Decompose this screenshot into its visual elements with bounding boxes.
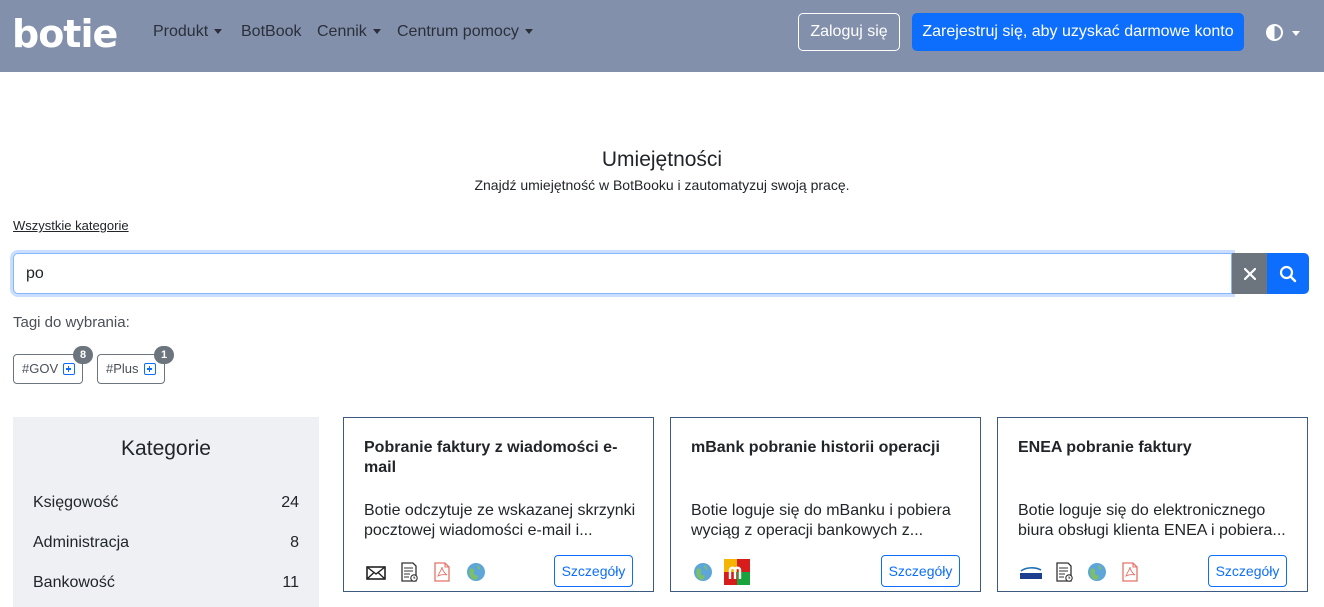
category-item[interactable]: Administracja 8 (33, 534, 299, 554)
search-icon (1279, 265, 1297, 282)
document-icon (1056, 562, 1073, 582)
card-title[interactable]: mBank pobranie historii operacji (691, 438, 961, 458)
category-item[interactable]: Księgowość 24 (33, 494, 299, 514)
nav-cennik[interactable]: Cennik (317, 22, 381, 42)
plus-square-icon (63, 363, 75, 375)
search-button[interactable] (1267, 253, 1309, 294)
skill-card: mBank pobranie historii operacji Botie l… (670, 417, 981, 592)
navbar: botie Produkt BotBook Cennik Centrum pom… (0, 0, 1324, 72)
categories-sidebar: Kategorie Księgowość 24 Administracja 8 … (13, 417, 319, 607)
nav-produkt[interactable]: Produkt (153, 22, 223, 42)
mbank-logo-icon (724, 559, 750, 585)
contrast-icon (1266, 24, 1283, 41)
skill-card: Pobranie faktury z wiadomości e-mail Bot… (343, 417, 654, 592)
register-button[interactable]: Zarejestruj się, aby uzyskać darmowe kon… (912, 13, 1244, 51)
close-icon (1243, 267, 1256, 280)
card-description: Botie loguje się do mBanku i pobiera wyc… (691, 502, 951, 539)
card-description: Botie loguje się do elektronicznego biur… (1018, 502, 1286, 539)
categories-title: Kategorie (121, 437, 211, 460)
globe-browser-icon (1088, 563, 1106, 581)
card-description: Botie odczytuje ze wskazanej skrzynki po… (364, 502, 636, 539)
tag-plus[interactable]: #Plus 1 (97, 346, 174, 384)
skill-card: ENEA pobranie faktury Botie loguje się d… (997, 417, 1308, 592)
tags-label: Tagi do wybrania: (13, 314, 130, 331)
nav-centrum-pomocy[interactable]: Centrum pomocy (397, 22, 533, 42)
globe-browser-icon (467, 563, 485, 581)
globe-browser-icon (694, 563, 712, 581)
page-subtitle: Znajdź umiejętność w BotBooku i zautomat… (474, 177, 850, 193)
clear-search-button[interactable] (1232, 253, 1267, 294)
page-title: Umiejętności (601, 148, 723, 171)
nav-botbook[interactable]: BotBook (241, 22, 301, 42)
details-button[interactable]: Szczegóły (881, 555, 960, 587)
pdf-icon (1122, 562, 1138, 582)
search-input[interactable] (13, 253, 1232, 294)
enea-logo-icon (1020, 567, 1042, 579)
tag-count-badge: 1 (154, 346, 174, 364)
all-categories-link[interactable]: Wszystkie kategorie (13, 218, 129, 233)
plus-square-icon (144, 363, 156, 375)
details-button[interactable]: Szczegóły (554, 555, 633, 587)
mail-envelope-icon (366, 566, 386, 580)
category-item[interactable]: Bankowość 11 (33, 574, 299, 594)
card-title[interactable]: ENEA pobranie faktury (1018, 438, 1288, 458)
tag-gov[interactable]: #GOV 8 (13, 346, 93, 384)
chevron-down-icon (214, 29, 223, 35)
details-button[interactable]: Szczegóły (1208, 555, 1287, 587)
theme-toggle[interactable] (1266, 23, 1302, 43)
tag-count-badge: 8 (73, 346, 93, 364)
document-icon (401, 562, 418, 582)
botie-logo[interactable]: botie (12, 12, 118, 56)
login-button[interactable]: Zaloguj się (798, 13, 900, 51)
chevron-down-icon (372, 29, 381, 35)
chevron-down-icon (524, 29, 533, 35)
pdf-icon (434, 562, 450, 582)
chevron-down-icon (1292, 31, 1300, 36)
card-title[interactable]: Pobranie faktury z wiadomości e-mail (364, 438, 634, 478)
